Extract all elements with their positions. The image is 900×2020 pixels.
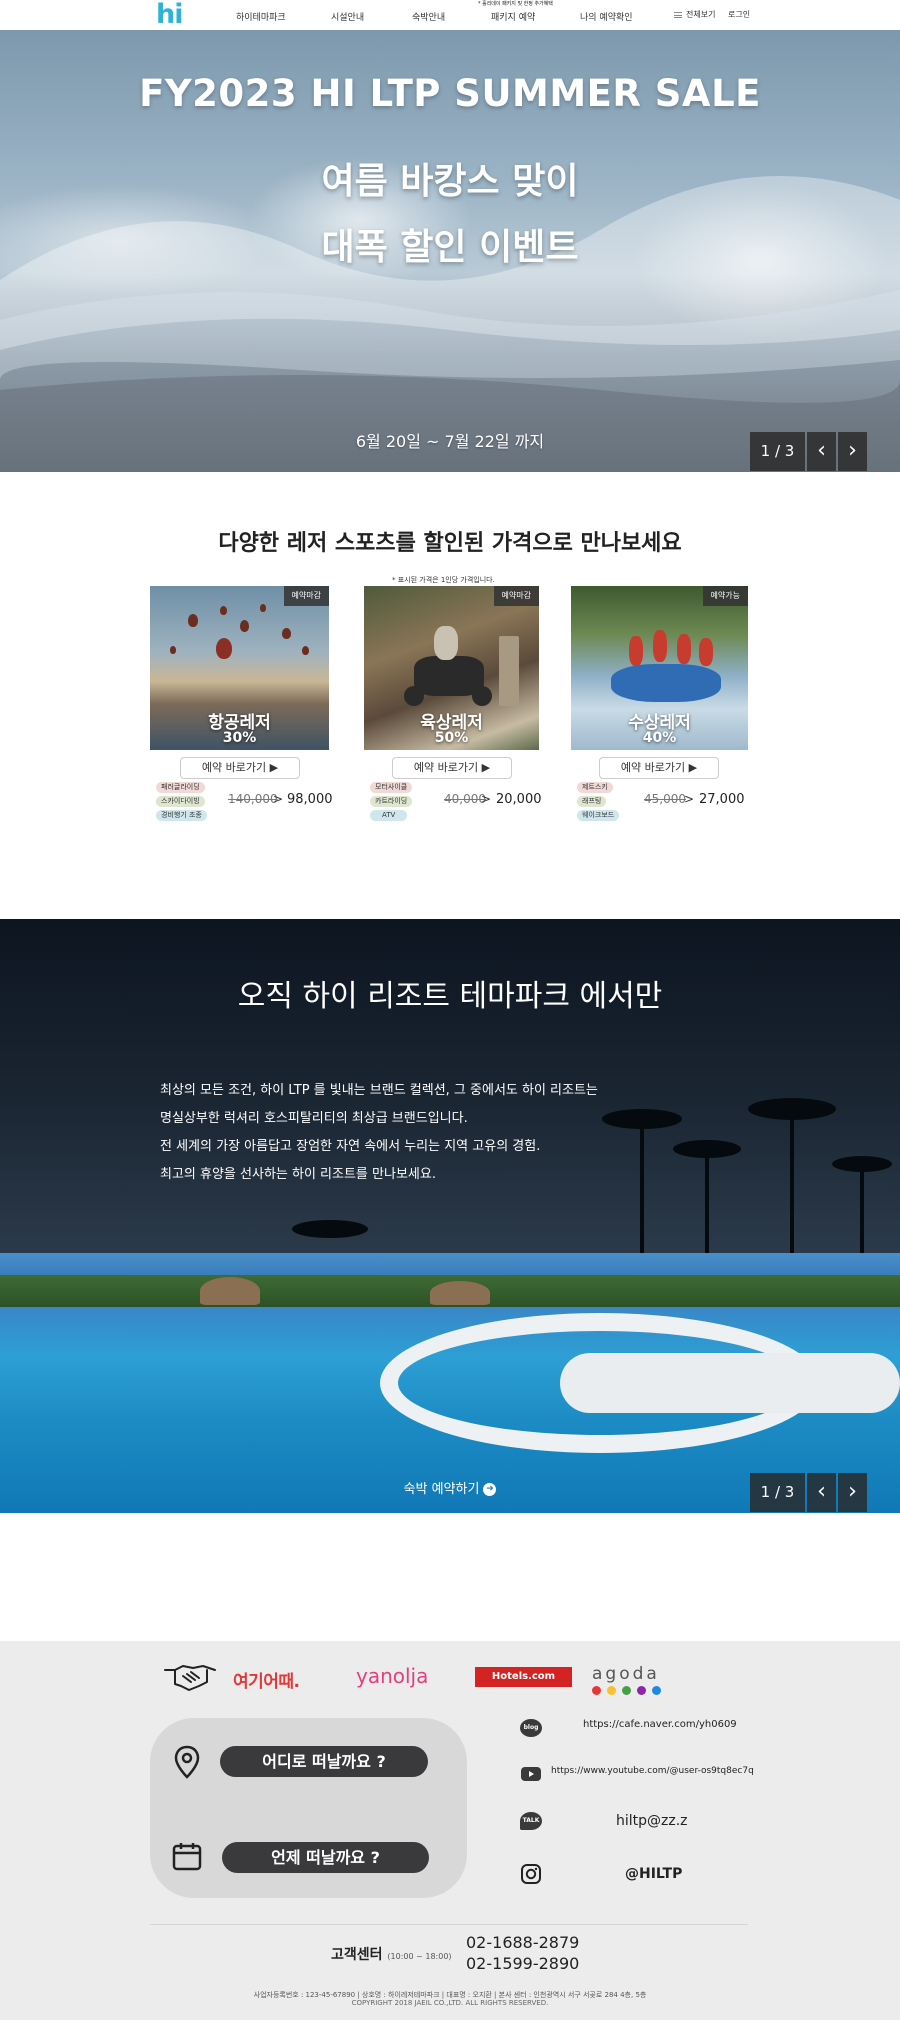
tag-kart-riding: 카트라이딩 (370, 796, 413, 807)
hero-title: FY2023 HI LTP SUMMER SALE (139, 72, 761, 115)
where-to-go-button[interactable]: 어디로 떠날까요 ? (220, 1746, 428, 1777)
handshake-icon (164, 1665, 216, 1691)
instagram-icon (521, 1864, 541, 1884)
price-note: * 표시된 가격은 1인당 가격입니다. (392, 576, 495, 584)
sale-price: 20,000 (496, 792, 542, 807)
hero-prev-button[interactable]: ‹ (807, 432, 836, 471)
hero-headline-2: 대폭 할인 이벤트 (321, 227, 579, 268)
all-view-button[interactable]: 전체보기 (674, 9, 715, 20)
location-pin-icon (174, 1745, 200, 1779)
price-arrow: > (273, 792, 284, 806)
nav-item-package[interactable]: 패키지 예약 (491, 10, 535, 23)
hero-headline-1: 여름 바캉스 맞이 (321, 161, 579, 202)
tag-wakeboard: 웨이크보드 (577, 810, 620, 821)
book-now-button[interactable]: 예약 바로가기 ▶ (599, 757, 719, 779)
kakaotalk-icon: TALK (520, 1812, 542, 1830)
price-arrow: > (481, 792, 492, 806)
login-link[interactable]: 로그인 (728, 9, 750, 20)
card-discount: 40% (642, 730, 677, 746)
tag-skydiving: 스카이다이빙 (156, 796, 205, 807)
hero-slide-count: 1 / 3 (750, 432, 805, 471)
resort-section: 오직 하이 리조트 테마파크 에서만 최상의 모든 조건, 하이 LTP 를 빛… (0, 919, 900, 1253)
when-to-go-button[interactable]: 언제 떠날까요 ? (222, 1842, 429, 1873)
footer-divider (150, 1924, 748, 1925)
original-price: 40,000 (444, 792, 486, 806)
nav-item-my-reservation[interactable]: 나의 예약확인 (580, 10, 633, 23)
resort-title: 오직 하이 리조트 테마파크 에서만 (237, 979, 663, 1014)
resort-next-button[interactable]: › (838, 1473, 867, 1512)
partner-agoda-logo[interactable]: agoda (592, 1664, 660, 1684)
phone-number-2[interactable]: 02-1599-2890 (466, 1954, 579, 1973)
card-discount: 30% (222, 730, 257, 746)
nav-note: * 홀리데이 패키지 및 한정 추가혜택 (478, 1, 553, 7)
customer-center-hours: (10:00 ~ 18:00) (387, 1952, 452, 1961)
status-badge: 예약가능 (702, 586, 748, 606)
status-badge: 예약마감 (493, 586, 539, 606)
agoda-dots (592, 1686, 661, 1695)
customer-center-label: 고객센터 (10:00 ~ 18:00) (331, 1944, 452, 1964)
resort-slide-count: 1 / 3 (750, 1473, 805, 1512)
partner-hotels-logo[interactable]: Hotels.com (475, 1667, 572, 1687)
resort-pager: 1 / 3 ‹ › (750, 1473, 867, 1512)
resort-prev-button[interactable]: ‹ (807, 1473, 836, 1512)
email-link[interactable]: hiltp@zz.z (616, 1813, 688, 1829)
calendar-icon (172, 1843, 202, 1871)
menu-icon (674, 11, 682, 18)
resort-desc-line-2: 명실상부한 럭셔리 호스피탈리티의 최상급 브랜드입니다. (160, 1111, 468, 1126)
tag-atv: ATV (370, 810, 408, 821)
tag-rafting: 래프팅 (577, 796, 607, 807)
hero-next-button[interactable]: › (838, 432, 867, 471)
air-leisure-image[interactable]: 예약마감 항공레저 30% (150, 586, 329, 750)
original-price: 45,000 (644, 792, 686, 806)
customer-center-title: 고객센터 (331, 1947, 383, 1963)
arrow-right-icon: ➜ (483, 1483, 497, 1496)
tag-jetski: 제트스키 (577, 782, 613, 793)
price-arrow: > (684, 792, 695, 806)
partner-yanolja-logo[interactable]: yanolja (356, 1664, 428, 1688)
partner-yeogi-logo[interactable]: 여기어때. (233, 1667, 300, 1692)
blog-icon: blog (520, 1719, 542, 1737)
nav-item-themepark[interactable]: 하이테마파크 (236, 10, 286, 23)
site-header: hi * 홀리데이 패키지 및 한정 추가혜택 하이테마파크 시설안내 숙박안내… (0, 0, 900, 30)
resort-desc-line-4: 최고의 휴양을 선사하는 하이 리조트를 만나보세요. (160, 1167, 436, 1182)
all-view-label: 전체보기 (686, 10, 716, 19)
land-leisure-image[interactable]: 예약마감 육상레저 50% (364, 586, 539, 750)
nav-item-lodging[interactable]: 숙박안내 (412, 10, 445, 23)
hero-pager: 1 / 3 ‹ › (750, 432, 867, 471)
status-badge: 예약마감 (283, 586, 329, 606)
instagram-link[interactable]: @HILTP (625, 1866, 682, 1882)
youtube-icon (521, 1767, 541, 1781)
sale-price: 98,000 (287, 792, 333, 807)
phone-number-1[interactable]: 02-1688-2879 (466, 1933, 579, 1952)
lodging-booking-label: 숙박 예약하기 (403, 1482, 480, 1497)
tag-motorcycle: 모터사이클 (370, 782, 413, 793)
site-logo[interactable]: hi (156, 1, 184, 28)
copyright: COPYRIGHT 2018 JAEIL CO.,LTD. ALL RIGHTS… (351, 1999, 549, 2007)
resort-desc-line-3: 전 세계의 가장 아름답고 장엄한 자연 속에서 누리는 지역 고유의 경험. (160, 1139, 541, 1154)
water-leisure-image[interactable]: 예약가능 수상레저 40% (571, 586, 748, 750)
original-price: 140,000 (228, 792, 278, 806)
book-now-button[interactable]: 예약 바로가기 ▶ (392, 757, 512, 779)
resort-desc-line-1: 최상의 모든 조건, 하이 LTP 를 빛내는 브랜드 컬렉션, 그 중에서도 … (160, 1083, 598, 1098)
card-discount: 50% (434, 730, 469, 746)
tag-paragliding: 패러글라이딩 (156, 782, 205, 793)
leisure-section-title: 다양한 레저 스포츠를 할인된 가격으로 만나보세요 (218, 531, 682, 556)
youtube-link[interactable]: https://www.youtube.com/@user-os9tq8ec7q (551, 1766, 754, 1776)
tag-light-aircraft: 경비행기 조종 (156, 810, 207, 821)
book-now-button[interactable]: 예약 바로가기 ▶ (180, 757, 300, 779)
sale-price: 27,000 (699, 792, 745, 807)
hero-banner: FY2023 HI LTP SUMMER SALE 여름 바캉스 맞이 대폭 할… (0, 30, 900, 472)
nav-item-facilities[interactable]: 시설안내 (331, 10, 364, 23)
blog-link[interactable]: https://cafe.naver.com/yh0609 (583, 1719, 737, 1730)
resort-description: 최상의 모든 조건, 하이 LTP 를 빛내는 브랜드 컬렉션, 그 중에서도 … (160, 1077, 598, 1189)
